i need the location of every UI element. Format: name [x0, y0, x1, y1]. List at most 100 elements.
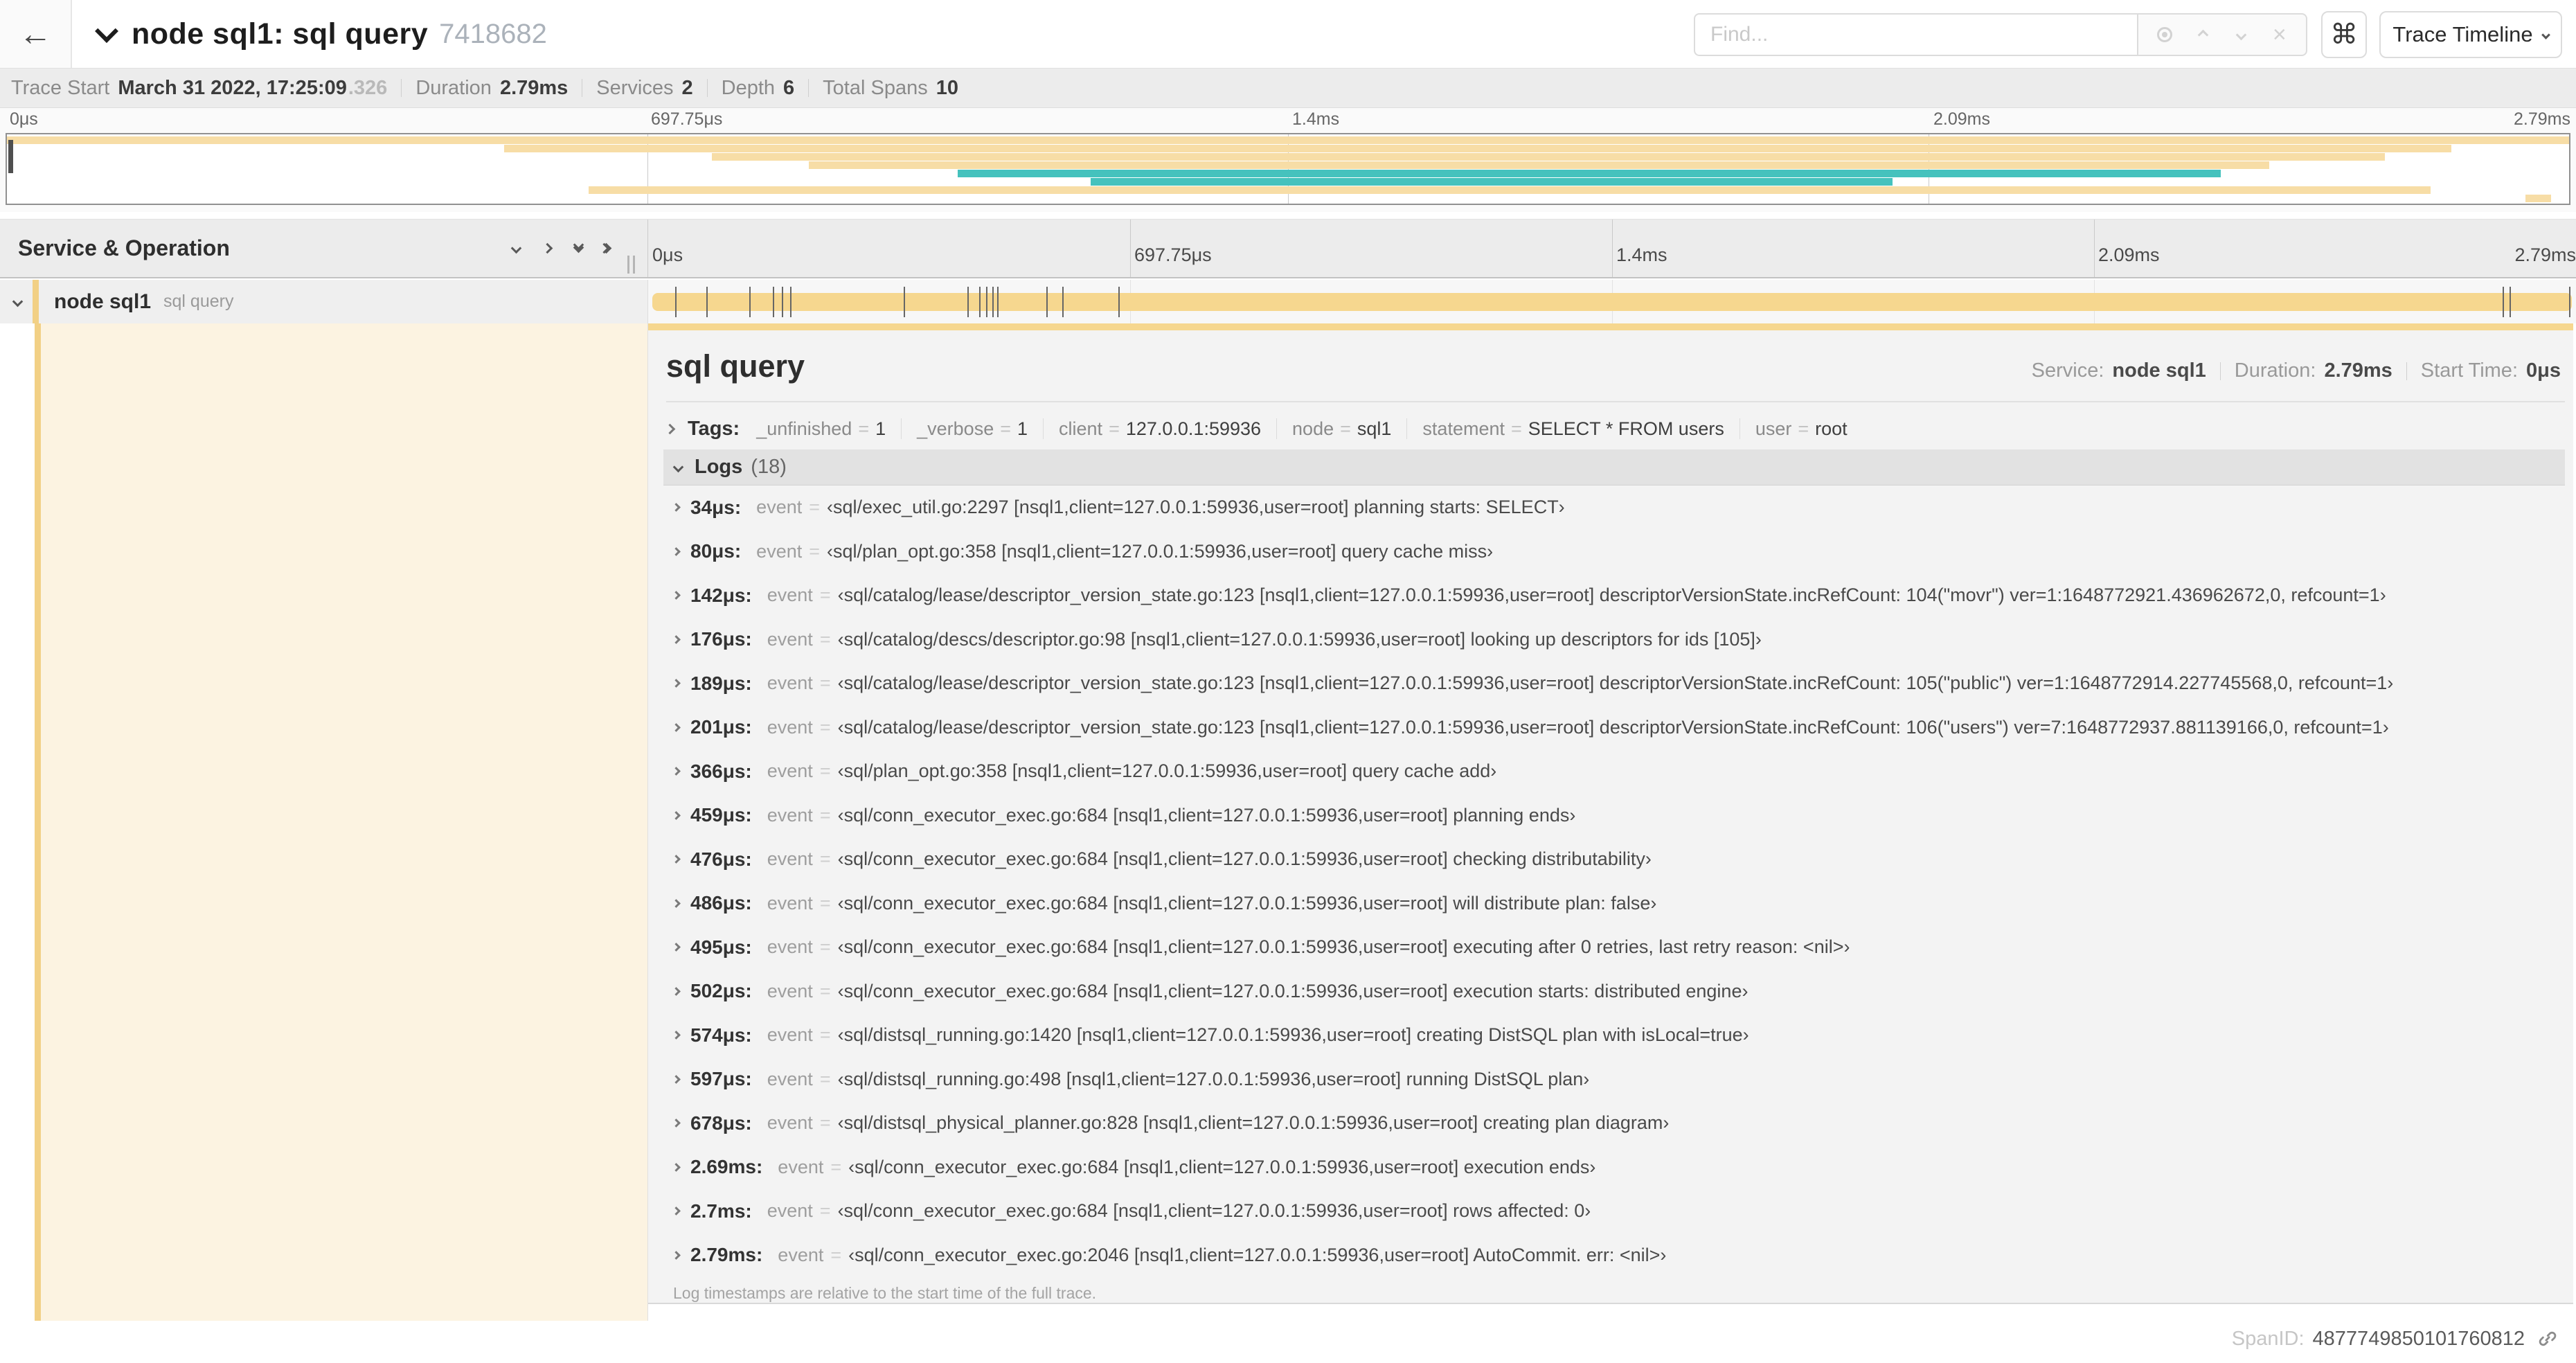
tag-item: client = 127.0.0.1:59936	[1059, 418, 1261, 440]
log-row[interactable]: 574μs: event = ‹sql/distsql_running.go:1420…	[663, 1013, 2565, 1058]
column-resizer[interactable]	[627, 256, 635, 274]
chevron-right-icon	[672, 1206, 681, 1216]
logs-toggle-header[interactable]: Logs (18)	[663, 449, 2565, 485]
scroll-to-result-button[interactable]	[2153, 23, 2176, 46]
tags-toggle-row[interactable]: Tags: _unfinished = 1 _verbose = 1 client = 127.…	[664, 408, 1848, 449]
summary-label: Total Spans	[823, 76, 928, 99]
span-detail-title[interactable]: sql query	[666, 348, 805, 384]
deep-link-button[interactable]	[2536, 1327, 2559, 1351]
equals-sign: =	[819, 628, 831, 650]
log-field-value: ‹sql/distsql_physical_planner.go:828 [ns…	[837, 1112, 1670, 1134]
collapse-trace-button[interactable]	[95, 19, 118, 43]
log-timestamp: 495μs:	[690, 936, 752, 958]
prev-result-button[interactable]	[2191, 23, 2215, 46]
tag-value: 127.0.0.1:59936	[1125, 418, 1262, 439]
log-marker	[749, 286, 751, 317]
equals-sign: =	[819, 1024, 831, 1046]
selected-span-accent-bar	[648, 323, 2573, 330]
log-row[interactable]: 459μs: event = ‹sql/conn_executor_exec.go:6…	[663, 794, 2565, 838]
collapse-one-button[interactable]	[542, 242, 553, 254]
chevron-right-icon	[672, 722, 681, 732]
minimap-drag-handle[interactable]	[8, 140, 13, 173]
log-row[interactable]: 502μs: event = ‹sql/conn_executor_exec.go:6…	[663, 970, 2565, 1014]
tags-label: Tags:	[688, 417, 740, 440]
span-row[interactable]: node sql1 sql query	[0, 280, 2576, 323]
log-marker	[2569, 286, 2571, 317]
find-input[interactable]	[1694, 13, 2137, 56]
tag-value: SELECT * FROM users	[1528, 418, 1724, 439]
trace-summary-bar: Trace Start March 31 2022, 17:25:09.326 Du…	[0, 68, 2576, 108]
summary-item: Services 2	[596, 77, 692, 100]
log-timestamp: 2.79ms:	[690, 1244, 763, 1266]
span-duration-bar[interactable]	[652, 286, 2572, 317]
log-row[interactable]: 495μs: event = ‹sql/conn_executor_exec.go:6…	[663, 925, 2565, 970]
log-field-value: ‹sql/catalog/lease/descriptor_version_st…	[837, 716, 2389, 738]
log-row[interactable]: 476μs: event = ‹sql/conn_executor_exec.go:6…	[663, 837, 2565, 882]
time-tick: 697.75μs	[1134, 244, 1212, 265]
equals-sign: =	[819, 716, 831, 738]
log-field-key: event	[756, 540, 803, 562]
log-row[interactable]: 2.69ms: event = ‹sql/conn_executor_exec.go:…	[663, 1146, 2565, 1190]
equals-sign: =	[809, 497, 821, 518]
equals-sign: =	[819, 848, 831, 870]
chevron-right-icon	[672, 986, 681, 996]
equals-sign: =	[819, 936, 831, 958]
span-timeline-cell[interactable]	[648, 280, 2576, 323]
meta-value: node sql1	[2112, 359, 2206, 382]
equals-sign: =	[1109, 418, 1120, 439]
log-field-key: event	[778, 1244, 824, 1265]
tag-key: _unfinished	[756, 418, 852, 439]
expand-all-button[interactable]	[573, 239, 584, 253]
keyboard-shortcuts-button[interactable]: ⌘	[2321, 11, 2367, 58]
expand-one-button[interactable]	[510, 242, 522, 254]
span-id-label: SpanID:	[2231, 1327, 2305, 1350]
chevron-right-icon	[672, 546, 681, 556]
log-row[interactable]: 366μs: event = ‹sql/plan_opt.go:358 [nsql1,…	[663, 749, 2565, 794]
tag-item: _unfinished = 1	[756, 418, 886, 440]
log-row[interactable]: 2.7ms: event = ‹sql/conn_executor_exec.go:6…	[663, 1189, 2565, 1233]
find-suffix-controls: ×	[2137, 13, 2307, 56]
log-field-key: event	[767, 892, 813, 914]
separator	[808, 79, 810, 97]
next-result-button[interactable]	[2230, 23, 2253, 46]
log-row[interactable]: 486μs: event = ‹sql/conn_executor_exec.go:6…	[663, 882, 2565, 926]
chevron-down-icon[interactable]	[12, 296, 24, 308]
summary-item: Total Spans 10	[823, 77, 958, 100]
back-button[interactable]: ←	[0, 0, 72, 68]
log-row[interactable]: 201μs: event = ‹sql/catalog/lease/descripto…	[663, 706, 2565, 750]
chevron-right-icon	[672, 855, 681, 864]
logs-count: (18)	[751, 456, 787, 478]
span-name-cell[interactable]: node sql1 sql query	[0, 280, 648, 323]
equals-sign: =	[858, 418, 870, 439]
chevron-right-icon	[672, 1250, 681, 1260]
trace-id: 7418682	[439, 18, 547, 49]
minimap-canvas[interactable]	[6, 133, 2570, 205]
log-marker	[1062, 286, 1064, 317]
chevron-right-icon	[672, 503, 681, 513]
log-marker	[967, 286, 969, 317]
log-row[interactable]: 678μs: event = ‹sql/distsql_physical_planne…	[663, 1101, 2565, 1146]
log-timestamp: 2.7ms:	[690, 1200, 752, 1222]
log-row[interactable]: 2.79ms: event = ‹sql/conn_executor_exec.go:…	[663, 1233, 2565, 1278]
log-timestamp: 459μs:	[690, 804, 752, 826]
minimap-span-bar	[809, 161, 2270, 169]
jaeger-trace-page: ← node sql1: sql query 7418682 × ⌘ Trace…	[0, 0, 2576, 1363]
log-row[interactable]: 34μs: event = ‹sql/exec_util.go:2297 [nsql1…	[663, 485, 2565, 530]
summary-item: Trace Start March 31 2022, 17:25:09.326	[11, 77, 387, 100]
collapse-all-button[interactable]	[598, 242, 612, 254]
clear-find-button[interactable]: ×	[2268, 23, 2291, 46]
chevron-down-icon	[510, 242, 522, 254]
log-row[interactable]: 80μs: event = ‹sql/plan_opt.go:358 [nsql1,c…	[663, 530, 2565, 574]
log-row[interactable]: 142μs: event = ‹sql/catalog/lease/descripto…	[663, 573, 2565, 618]
equals-sign: =	[1000, 418, 1011, 439]
minimap-tick-labels: 0μs 697.75μs 1.4ms 2.09ms 2.79ms	[6, 109, 2570, 132]
log-marker	[674, 286, 677, 317]
log-field-key: event	[767, 1024, 813, 1046]
chevron-right-icon	[672, 943, 681, 952]
equals-sign: =	[819, 760, 831, 782]
log-row[interactable]: 597μs: event = ‹sql/distsql_running.go:498 …	[663, 1058, 2565, 1102]
log-row[interactable]: 189μs: event = ‹sql/catalog/lease/descripto…	[663, 661, 2565, 706]
view-selector-button[interactable]: Trace Timeline	[2379, 11, 2562, 58]
separator	[901, 418, 902, 439]
log-row[interactable]: 176μs: event = ‹sql/catalog/descs/descripto…	[663, 618, 2565, 662]
